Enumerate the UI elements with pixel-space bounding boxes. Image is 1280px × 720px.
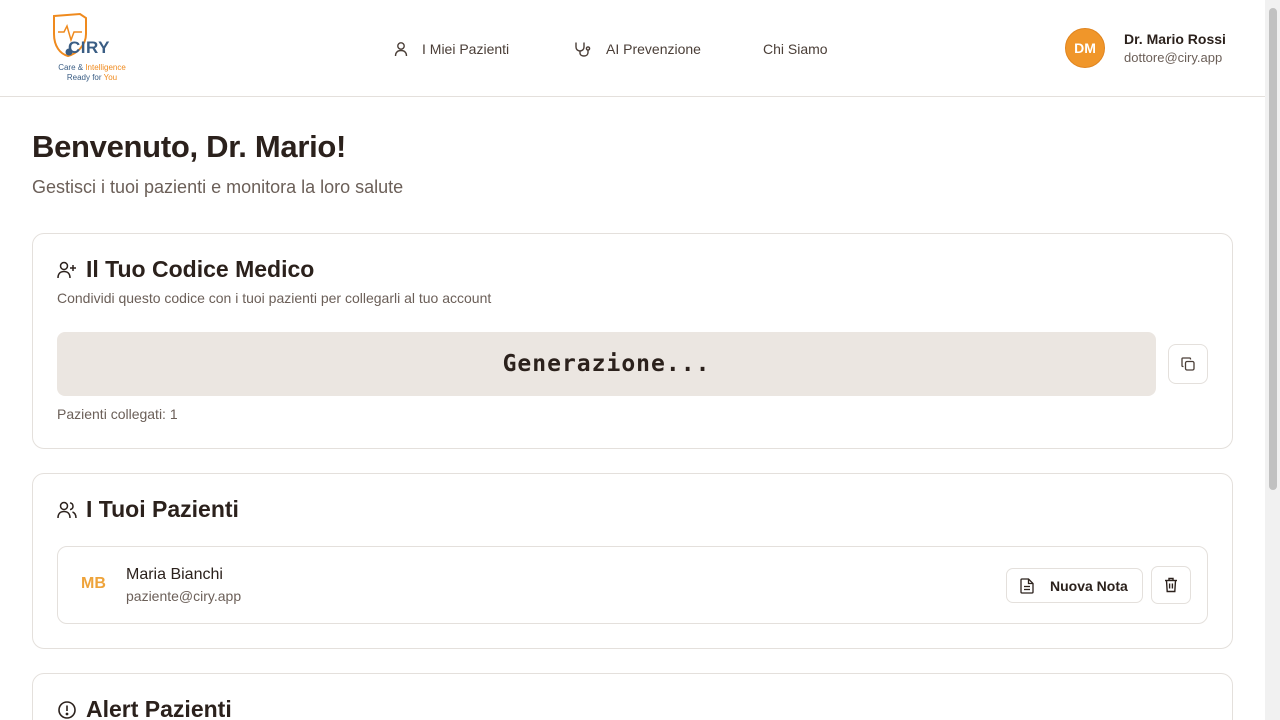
patient-name: Maria Bianchi [126, 566, 223, 583]
new-note-button[interactable]: Nuova Nota [1006, 568, 1143, 603]
users-icon [57, 501, 77, 518]
nav-ai-prevention-label: AI Prevenzione [606, 40, 701, 57]
copy-icon [1181, 357, 1195, 371]
doctor-code-value: Generazione... [57, 332, 1156, 396]
user-info: Dr. Mario Rossi dottore@ciry.app [1124, 30, 1226, 67]
nav-my-patients-label: I Miei Pazienti [422, 40, 510, 57]
copy-code-button[interactable] [1168, 344, 1208, 384]
trash-icon [1165, 577, 1177, 593]
doctor-code-card: Il Tuo Codice Medico Condividi questo co… [32, 233, 1233, 449]
patient-avatar: MB [81, 575, 106, 592]
list-item[interactable]: MB Maria Bianchi paziente@ciry.app Nuova… [57, 546, 1208, 624]
tagline-prefix: Care & [58, 63, 86, 72]
patients-card: I Tuoi Pazienti MB Maria Bianchi pazient… [32, 473, 1233, 649]
user-menu[interactable]: DM Dr. Mario Rossi dottore@ciry.app [1065, 28, 1226, 68]
user-email: dottore@ciry.app [1124, 49, 1223, 65]
linked-patients-count: Pazienti collegati: 1 [57, 406, 178, 422]
doctor-code-description: Condividi questo codice con i tuoi pazie… [57, 290, 492, 306]
user-icon [394, 41, 408, 56]
user-name: Dr. Mario Rossi [1124, 30, 1226, 47]
delete-patient-button[interactable] [1151, 566, 1191, 604]
logo-tagline: Care & Intelligence Ready for You [54, 63, 130, 83]
stethoscope-icon [575, 42, 591, 57]
patient-alerts-title-text: Alert Pazienti [86, 696, 232, 720]
patient-alerts-card: Alert Pazienti [32, 673, 1233, 720]
scrollbar-thumb[interactable] [1269, 8, 1277, 490]
patients-title-text: I Tuoi Pazienti [86, 496, 239, 522]
patients-title: I Tuoi Pazienti [57, 496, 239, 523]
page-scrollbar[interactable] [1265, 0, 1280, 720]
avatar: DM [1065, 28, 1105, 68]
new-note-label: Nuova Nota [1050, 577, 1128, 594]
nav-my-patients[interactable]: I Miei Pazienti [394, 0, 509, 97]
user-plus-icon [57, 261, 76, 278]
file-text-icon [1020, 577, 1034, 594]
page-subtitle: Gestisci i tuoi pazienti e monitora la l… [32, 177, 404, 197]
page-title: Benvenuto, Dr. Mario! [32, 129, 347, 164]
tagline-line2: Ready for [66, 73, 104, 82]
tagline-line2-accent: You [103, 73, 118, 82]
doctor-code-title: Il Tuo Codice Medico [57, 256, 314, 283]
nav-about-us[interactable]: Chi Siamo [763, 0, 828, 97]
nav-ai-prevention[interactable]: AI Prevenzione [574, 0, 701, 97]
logo-wordmark: CIRY [68, 38, 110, 57]
tagline-accent: Intelligence [85, 63, 126, 72]
top-header: CIRY Care & Intelligence Ready for You I… [0, 0, 1265, 97]
patient-alerts-title: Alert Pazienti [57, 696, 232, 720]
nav-about-us-label: Chi Siamo [763, 40, 828, 57]
doctor-code-title-text: Il Tuo Codice Medico [86, 256, 315, 282]
alert-circle-icon [58, 700, 76, 719]
patient-email: paziente@ciry.app [126, 588, 242, 604]
